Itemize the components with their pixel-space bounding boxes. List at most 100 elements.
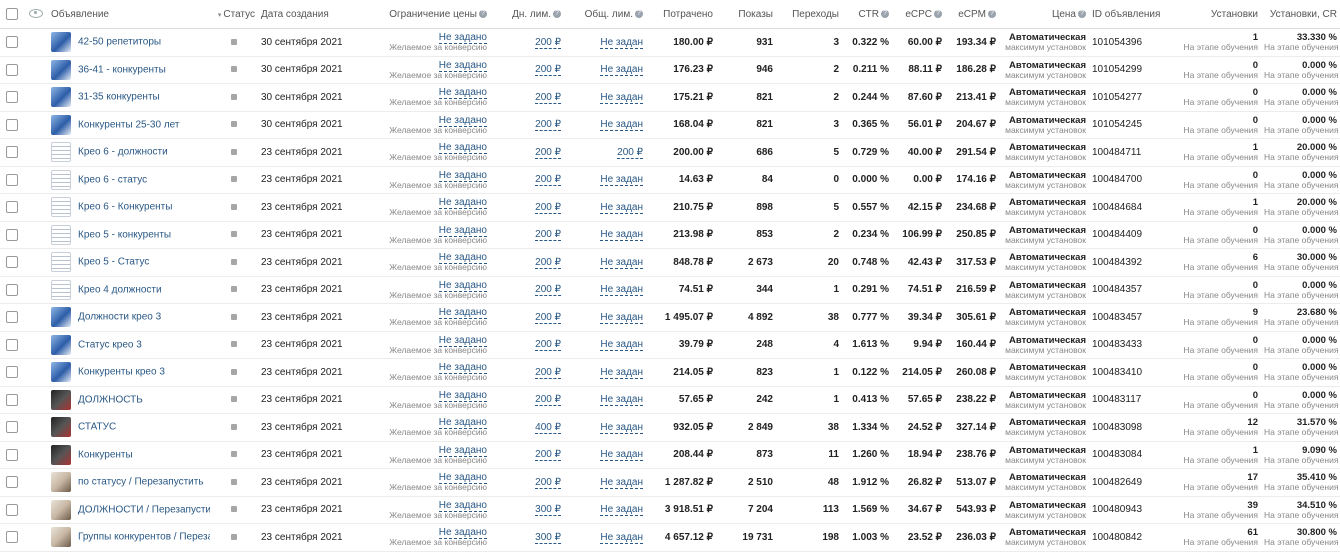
ad-name-link[interactable]: 36-41 - конкуренты bbox=[78, 64, 166, 75]
row-checkbox[interactable] bbox=[0, 221, 24, 249]
price-limit-cell[interactable]: Не задано Желаемое за конверсию bbox=[370, 413, 490, 442]
col-ctr[interactable]: CTR? bbox=[842, 0, 892, 29]
table-row[interactable]: Группы конкурентов / Перезапус... 23 сен… bbox=[0, 523, 1340, 552]
table-row[interactable]: Крео 6 - Конкуренты 23 сентября 2021 Не … bbox=[0, 193, 1340, 222]
daily-limit-cell[interactable]: 400 ₽ bbox=[490, 413, 564, 442]
total-limit-link[interactable]: Не задан bbox=[600, 284, 643, 297]
ad-name-link[interactable]: Конкуренты bbox=[78, 449, 133, 460]
col-status[interactable]: ▾ Статус bbox=[210, 0, 258, 29]
ad-cell[interactable]: СТАТУС bbox=[48, 413, 210, 442]
ad-name-link[interactable]: СТАТУС bbox=[78, 422, 116, 433]
daily-limit-cell[interactable]: 200 ₽ bbox=[490, 276, 564, 304]
ad-name-link[interactable]: Крео 6 - должности bbox=[78, 147, 168, 158]
price-limit-cell[interactable]: Не задано Желаемое за конверсию bbox=[370, 386, 490, 414]
ad-name-link[interactable]: ДОЛЖНОСТЬ bbox=[78, 394, 143, 405]
price-limit-cell[interactable]: Не задано Желаемое за конверсию bbox=[370, 221, 490, 249]
ad-cell[interactable]: Конкуренты bbox=[48, 441, 210, 469]
table-row[interactable]: Крео 6 - должности 23 сентября 2021 Не з… bbox=[0, 138, 1340, 167]
total-limit-link[interactable]: Не задан bbox=[600, 531, 643, 544]
ad-cell[interactable]: ДОЛЖНОСТИ / Перезапустить bbox=[48, 496, 210, 524]
daily-limit-link[interactable]: 200 ₽ bbox=[535, 119, 561, 132]
row-checkbox[interactable] bbox=[0, 111, 24, 139]
daily-limit-link[interactable]: 400 ₽ bbox=[535, 421, 561, 434]
price-limit-cell[interactable]: Не задано Желаемое за конверсию bbox=[370, 193, 490, 222]
total-limit-link[interactable]: Не задан bbox=[600, 229, 643, 242]
ad-cell[interactable]: Конкуренты 25-30 лет bbox=[48, 111, 210, 139]
price-limit-cell[interactable]: Не задано Желаемое за конверсию bbox=[370, 358, 490, 387]
row-checkbox[interactable] bbox=[0, 358, 24, 387]
row-checkbox[interactable] bbox=[0, 56, 24, 84]
ad-name-link[interactable]: по статусу / Перезапустить bbox=[78, 477, 204, 488]
total-limit-cell[interactable]: Не задан bbox=[564, 331, 646, 359]
total-limit-cell[interactable]: Не задан bbox=[564, 56, 646, 84]
table-row[interactable]: ДОЛЖНОСТЬ 23 сентября 2021 Не задано Жела… bbox=[0, 386, 1340, 414]
daily-limit-link[interactable]: 200 ₽ bbox=[535, 339, 561, 352]
ad-name-link[interactable]: Крео 5 - конкуренты bbox=[78, 229, 171, 240]
col-ecpc[interactable]: eCPC? bbox=[892, 0, 945, 29]
total-limit-link[interactable]: Не задан bbox=[600, 421, 643, 434]
row-checkbox[interactable] bbox=[0, 28, 24, 57]
total-limit-cell[interactable]: Не задан bbox=[564, 83, 646, 112]
total-limit-link[interactable]: Не задан bbox=[600, 311, 643, 324]
price-limit-cell[interactable]: Не задано Желаемое за конверсию bbox=[370, 28, 490, 57]
help-icon[interactable]: ? bbox=[881, 9, 889, 18]
total-limit-cell[interactable]: Не задан bbox=[564, 248, 646, 277]
daily-limit-cell[interactable]: 200 ₽ bbox=[490, 468, 564, 497]
col-ad[interactable]: Объявление bbox=[48, 0, 210, 29]
table-row[interactable]: СТАТУС 23 сентября 2021 Не задано Желаемо… bbox=[0, 413, 1340, 442]
row-checkbox[interactable] bbox=[0, 386, 24, 414]
total-limit-link[interactable]: Не задан bbox=[600, 174, 643, 187]
ad-cell[interactable]: Статус крео 3 bbox=[48, 331, 210, 359]
col-created[interactable]: Дата создания bbox=[258, 0, 370, 29]
table-row[interactable]: Крео 4 должности 23 сентября 2021 Не зад… bbox=[0, 276, 1340, 304]
ad-name-link[interactable]: Крео 5 - Статус bbox=[78, 257, 149, 268]
ad-cell[interactable]: 36-41 - конкуренты bbox=[48, 56, 210, 84]
daily-limit-cell[interactable]: 200 ₽ bbox=[490, 111, 564, 139]
table-row[interactable]: 36-41 - конкуренты 30 сентября 2021 Не з… bbox=[0, 56, 1340, 84]
total-limit-cell[interactable]: 200 ₽ bbox=[564, 138, 646, 167]
help-icon[interactable]: ? bbox=[553, 9, 561, 18]
row-checkbox[interactable] bbox=[0, 193, 24, 222]
price-limit-cell[interactable]: Не задано Желаемое за конверсию bbox=[370, 276, 490, 304]
row-checkbox[interactable] bbox=[0, 138, 24, 167]
row-checkbox[interactable] bbox=[0, 166, 24, 194]
col-installs[interactable]: Установки bbox=[1169, 0, 1261, 29]
daily-limit-link[interactable]: 200 ₽ bbox=[535, 311, 561, 324]
total-limit-cell[interactable]: Не задан bbox=[564, 166, 646, 194]
col-price-limit[interactable]: Ограничение цены? bbox=[370, 0, 490, 29]
help-icon[interactable]: ? bbox=[479, 9, 487, 18]
col-total-limit[interactable]: Общ. лим.? bbox=[564, 0, 646, 29]
total-limit-cell[interactable]: Не задан bbox=[564, 111, 646, 139]
row-checkbox[interactable] bbox=[0, 276, 24, 304]
help-icon[interactable]: ? bbox=[988, 9, 996, 18]
total-limit-link[interactable]: Не задан bbox=[600, 256, 643, 269]
ad-name-link[interactable]: Крео 4 должности bbox=[78, 284, 162, 295]
daily-limit-link[interactable]: 200 ₽ bbox=[535, 394, 561, 407]
table-row[interactable]: Крео 6 - статус 23 сентября 2021 Не зада… bbox=[0, 166, 1340, 194]
table-row[interactable]: Крео 5 - Статус 23 сентября 2021 Не зада… bbox=[0, 248, 1340, 277]
ad-name-link[interactable]: Крео 6 - статус bbox=[78, 174, 147, 185]
ad-name-link[interactable]: 31-35 конкуренты bbox=[78, 92, 160, 103]
price-limit-cell[interactable]: Не задано Желаемое за конверсию bbox=[370, 441, 490, 469]
daily-limit-link[interactable]: 300 ₽ bbox=[535, 504, 561, 517]
ad-cell[interactable]: Должности крео 3 bbox=[48, 303, 210, 332]
row-checkbox[interactable] bbox=[0, 523, 24, 552]
help-icon[interactable]: ? bbox=[934, 9, 942, 18]
col-ad-id[interactable]: ID объявления bbox=[1089, 0, 1169, 29]
daily-limit-link[interactable]: 200 ₽ bbox=[535, 256, 561, 269]
daily-limit-link[interactable]: 200 ₽ bbox=[535, 64, 561, 77]
table-row[interactable]: Конкуренты 25-30 лет 30 сентября 2021 Не… bbox=[0, 111, 1340, 139]
price-limit-cell[interactable]: Не задано Желаемое за конверсию bbox=[370, 496, 490, 524]
price-limit-cell[interactable]: Не задано Желаемое за конверсию bbox=[370, 248, 490, 277]
daily-limit-cell[interactable]: 200 ₽ bbox=[490, 28, 564, 57]
table-row[interactable]: ДОЛЖНОСТИ / Перезапустить 23 сентября 20… bbox=[0, 496, 1340, 524]
ad-cell[interactable]: Крео 6 - статус bbox=[48, 166, 210, 194]
table-row[interactable]: 31-35 конкуренты 30 сентября 2021 Не зад… bbox=[0, 83, 1340, 112]
daily-limit-link[interactable]: 300 ₽ bbox=[535, 531, 561, 544]
daily-limit-cell[interactable]: 200 ₽ bbox=[490, 331, 564, 359]
total-limit-link[interactable]: Не задан bbox=[600, 476, 643, 489]
total-limit-link[interactable]: 200 ₽ bbox=[617, 146, 643, 159]
total-limit-link[interactable]: Не задан bbox=[600, 339, 643, 352]
price-limit-cell[interactable]: Не задано Желаемое за конверсию bbox=[370, 303, 490, 332]
table-row[interactable]: 42-50 репетиторы 30 сентября 2021 Не зад… bbox=[0, 28, 1340, 57]
